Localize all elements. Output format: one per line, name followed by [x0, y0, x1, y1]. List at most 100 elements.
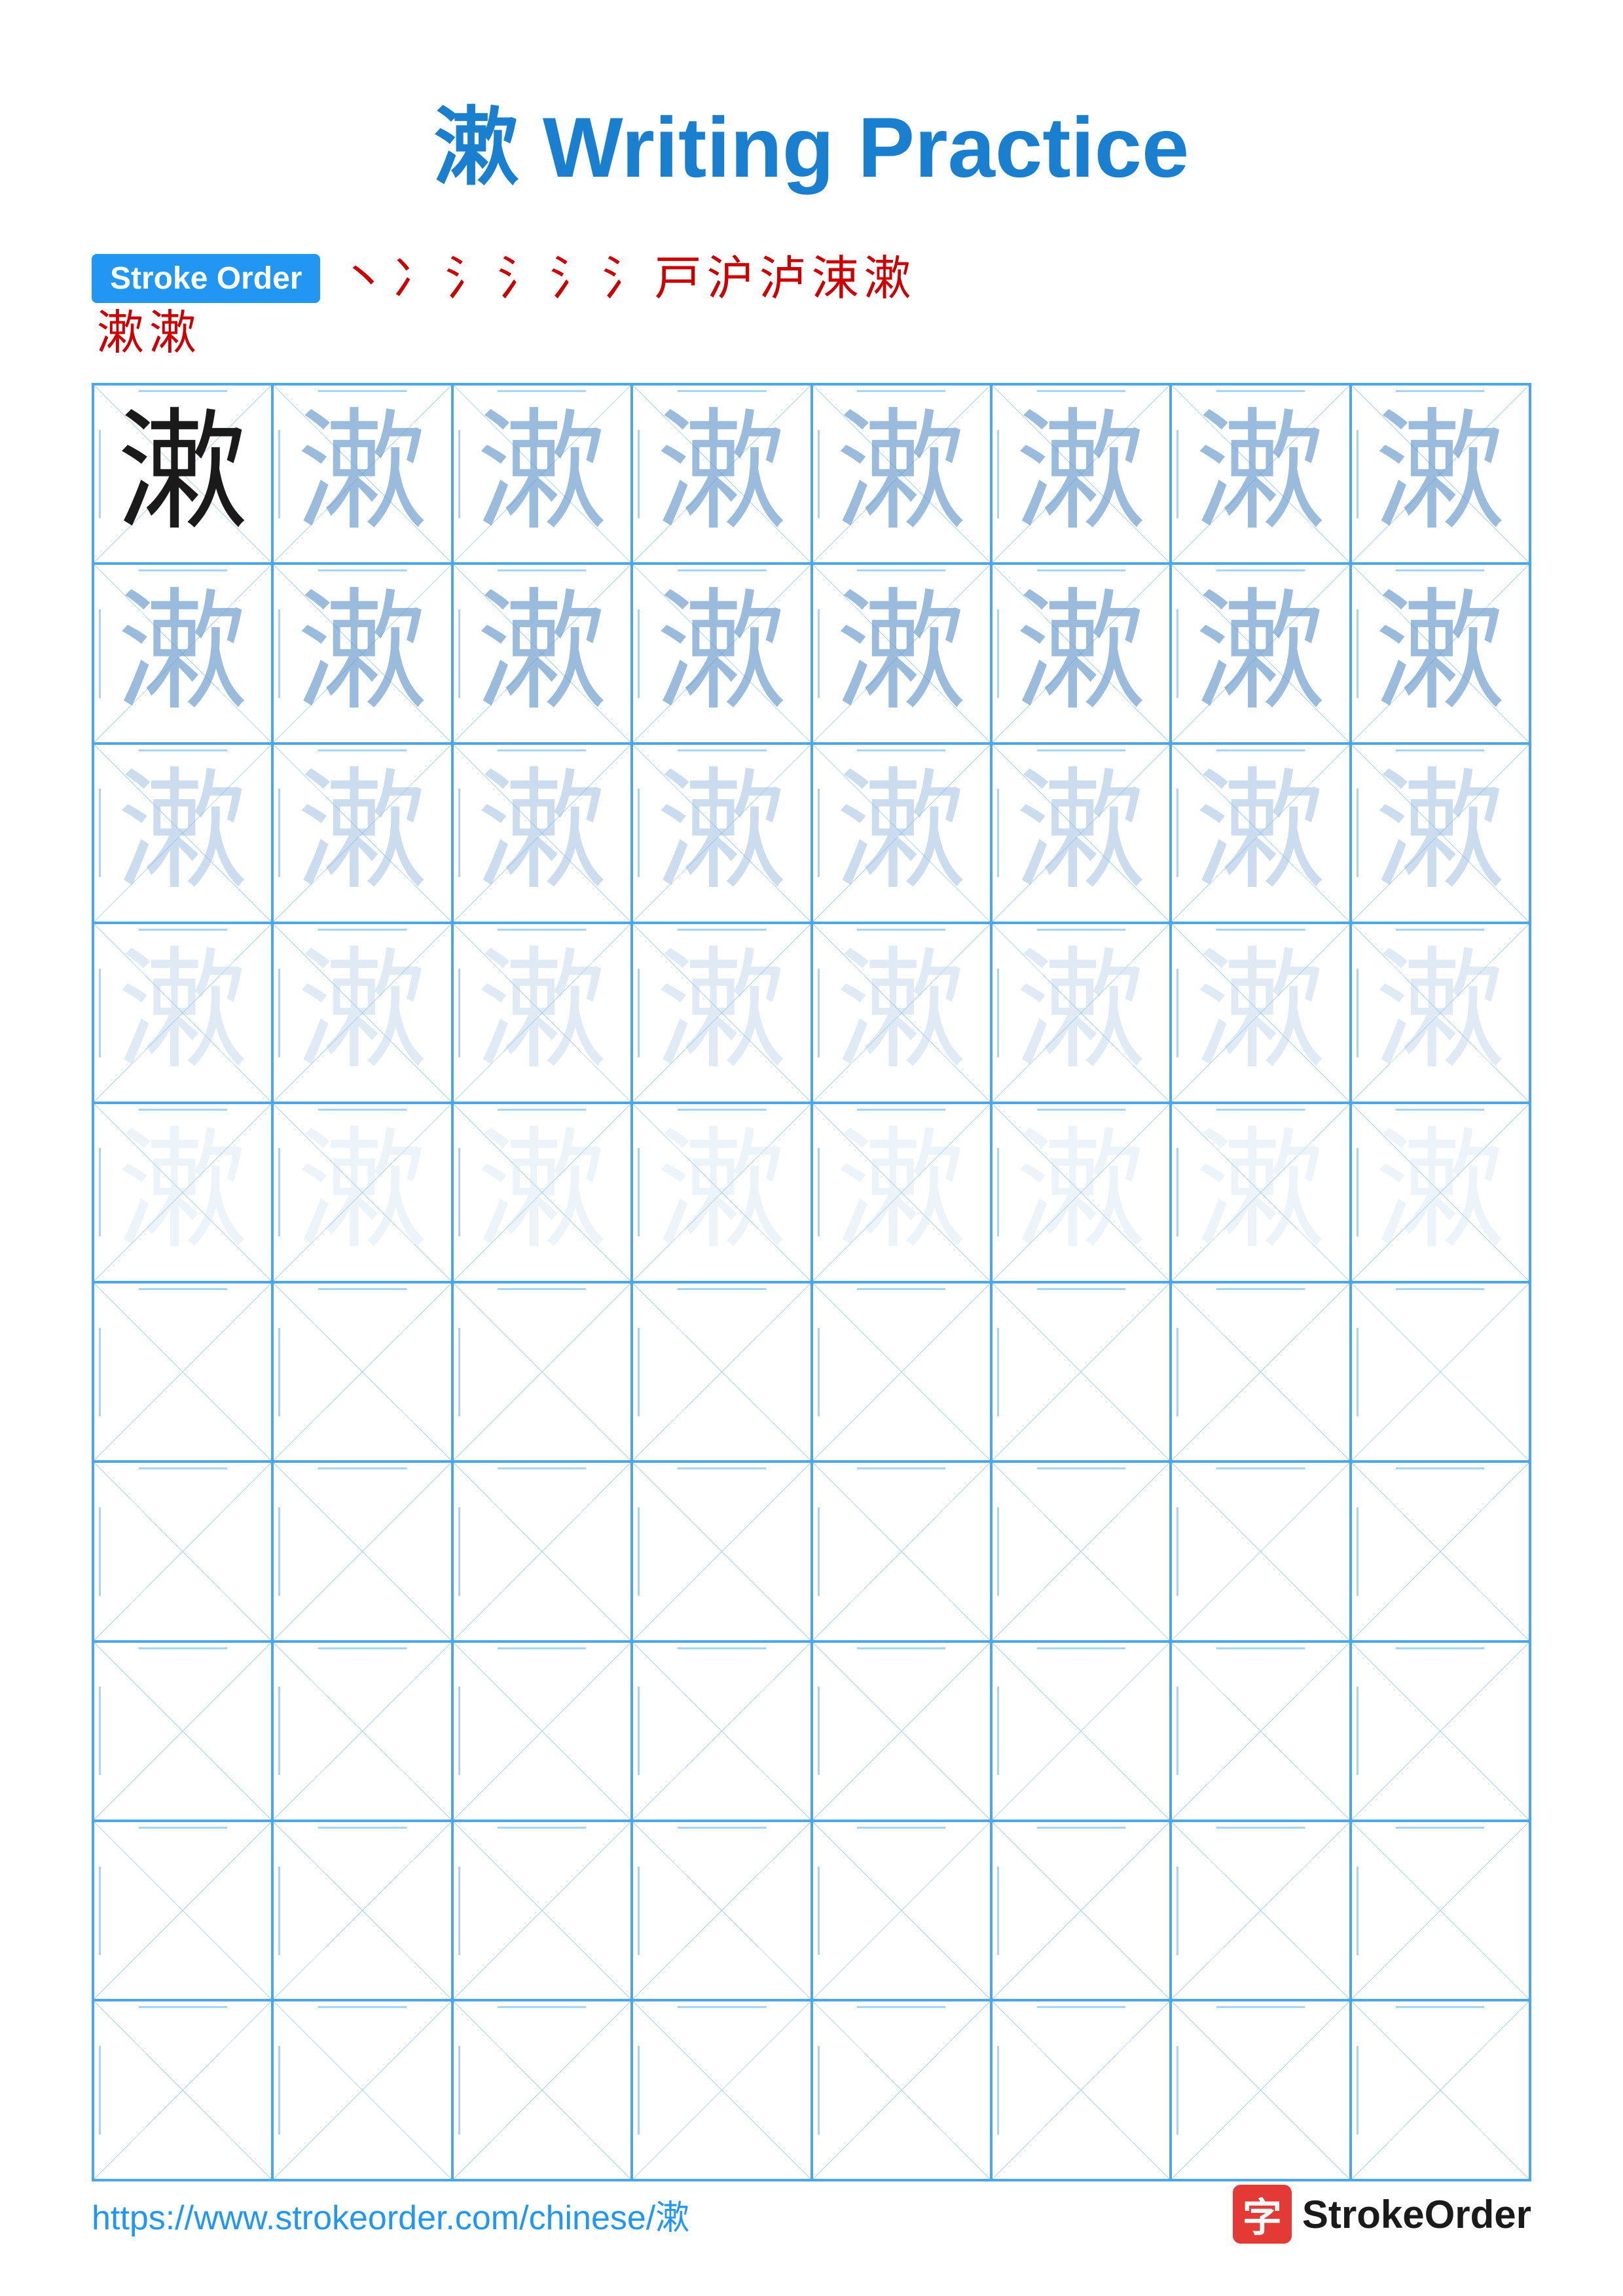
grid-cell-0-7[interactable]: 漱: [1351, 384, 1530, 564]
grid-cell-9-4[interactable]: [812, 2000, 991, 2179]
page: 漱 Writing Practice Stroke Order 丶 冫 氵 氵 …: [0, 0, 1623, 2296]
grid-row-7[interactable]: [93, 1641, 1530, 1821]
grid-cell-1-6[interactable]: 漱: [1171, 564, 1350, 743]
grid-cell-5-2[interactable]: [452, 1282, 632, 1462]
grid-cell-7-5[interactable]: [991, 1641, 1171, 1821]
grid-cell-2-0[interactable]: 漱: [93, 744, 272, 923]
grid-cell-0-0[interactable]: 漱: [93, 384, 272, 564]
grid-row-6[interactable]: [93, 1462, 1530, 1641]
grid-cell-2-6[interactable]: 漱: [1171, 744, 1350, 923]
grid-row-8[interactable]: [93, 1821, 1530, 2000]
grid-cell-4-4[interactable]: 漱: [812, 1103, 991, 1282]
grid-cell-5-3[interactable]: [632, 1282, 811, 1462]
grid-cell-6-6[interactable]: [1171, 1462, 1350, 1641]
grid-cell-4-1[interactable]: 漱: [272, 1103, 452, 1282]
grid-cell-3-3[interactable]: 漱: [632, 923, 811, 1102]
grid-cell-5-5[interactable]: [991, 1282, 1171, 1462]
grid-cell-3-7[interactable]: 漱: [1351, 923, 1530, 1102]
footer-url[interactable]: https://www.strokeorder.com/chinese/漱: [92, 2190, 689, 2239]
grid-cell-9-0[interactable]: [93, 2000, 272, 2179]
grid-cell-0-2[interactable]: 漱: [452, 384, 632, 564]
grid-cell-6-4[interactable]: [812, 1462, 991, 1641]
grid-cell-2-5[interactable]: 漱: [991, 744, 1171, 923]
grid-cell-0-1[interactable]: 漱: [272, 384, 452, 564]
grid-cell-3-4[interactable]: 漱: [812, 923, 991, 1102]
grid-cell-1-1[interactable]: 漱: [272, 564, 452, 743]
grid-cell-5-6[interactable]: [1171, 1282, 1350, 1462]
grid-cell-5-0[interactable]: [93, 1282, 272, 1462]
grid-cell-8-1[interactable]: [272, 1821, 452, 2000]
grid-cell-1-2[interactable]: 漱: [452, 564, 632, 743]
grid-cell-2-7[interactable]: 漱: [1351, 744, 1530, 923]
grid-cell-5-7[interactable]: [1351, 1282, 1530, 1462]
grid-cell-7-6[interactable]: [1171, 1641, 1350, 1821]
practice-char: 漱: [297, 947, 428, 1078]
practice-char: 漱: [117, 588, 248, 719]
grid-cell-3-5[interactable]: 漱: [991, 923, 1171, 1102]
grid-cell-1-0[interactable]: 漱: [93, 564, 272, 743]
grid-cell-4-3[interactable]: 漱: [632, 1103, 811, 1282]
grid-cell-5-1[interactable]: [272, 1282, 452, 1462]
grid-cell-5-4[interactable]: [812, 1282, 991, 1462]
grid-cell-6-1[interactable]: [272, 1462, 452, 1641]
grid-cell-8-6[interactable]: [1171, 1821, 1350, 2000]
grid-row-9[interactable]: [93, 2000, 1530, 2179]
grid-cell-0-4[interactable]: 漱: [812, 384, 991, 564]
grid-cell-3-1[interactable]: 漱: [272, 923, 452, 1102]
grid-cell-7-3[interactable]: [632, 1641, 811, 1821]
grid-cell-4-7[interactable]: 漱: [1351, 1103, 1530, 1282]
grid-cell-7-4[interactable]: [812, 1641, 991, 1821]
grid-cell-9-1[interactable]: [272, 2000, 452, 2179]
grid-cell-2-4[interactable]: 漱: [812, 744, 991, 923]
grid-cell-4-5[interactable]: 漱: [991, 1103, 1171, 1282]
grid-row-1[interactable]: 漱漱漱漱漱漱漱漱: [93, 564, 1530, 743]
grid-cell-0-6[interactable]: 漱: [1171, 384, 1350, 564]
grid-cell-7-7[interactable]: [1351, 1641, 1530, 1821]
grid-cell-6-3[interactable]: [632, 1462, 811, 1641]
grid-cell-8-2[interactable]: [452, 1821, 632, 2000]
grid-cell-7-2[interactable]: [452, 1641, 632, 1821]
grid-cell-8-5[interactable]: [991, 1821, 1171, 2000]
grid-cell-8-3[interactable]: [632, 1821, 811, 2000]
practice-char: 漱: [1375, 1127, 1506, 1258]
grid-cell-8-0[interactable]: [93, 1821, 272, 2000]
grid-cell-2-2[interactable]: 漱: [452, 744, 632, 923]
practice-char: 漱: [1195, 408, 1326, 539]
practice-char: 漱: [117, 768, 248, 899]
grid-cell-4-2[interactable]: 漱: [452, 1103, 632, 1282]
grid-cell-9-6[interactable]: [1171, 2000, 1350, 2179]
grid-cell-7-0[interactable]: [93, 1641, 272, 1821]
grid-cell-9-7[interactable]: [1351, 2000, 1530, 2179]
grid-cell-3-0[interactable]: 漱: [93, 923, 272, 1102]
grid-cell-8-7[interactable]: [1351, 1821, 1530, 2000]
grid-cell-1-5[interactable]: 漱: [991, 564, 1171, 743]
grid-cell-4-6[interactable]: 漱: [1171, 1103, 1350, 1282]
stroke-1: 丶: [340, 255, 387, 302]
grid-cell-3-2[interactable]: 漱: [452, 923, 632, 1102]
grid-cell-1-7[interactable]: 漱: [1351, 564, 1530, 743]
grid-row-0[interactable]: 漱漱漱漱漱漱漱漱: [93, 384, 1530, 564]
grid-cell-0-3[interactable]: 漱: [632, 384, 811, 564]
grid-cell-2-1[interactable]: 漱: [272, 744, 452, 923]
grid-cell-0-5[interactable]: 漱: [991, 384, 1171, 564]
grid-cell-4-0[interactable]: 漱: [93, 1103, 272, 1282]
grid-cell-6-5[interactable]: [991, 1462, 1171, 1641]
grid-cell-6-2[interactable]: [452, 1462, 632, 1641]
grid-cell-3-6[interactable]: 漱: [1171, 923, 1350, 1102]
grid-cell-1-3[interactable]: 漱: [632, 564, 811, 743]
grid-cell-1-4[interactable]: 漱: [812, 564, 991, 743]
grid-cell-7-1[interactable]: [272, 1641, 452, 1821]
grid-row-3[interactable]: 漱漱漱漱漱漱漱漱: [93, 923, 1530, 1102]
grid-cell-9-5[interactable]: [991, 2000, 1171, 2179]
grid-row-2[interactable]: 漱漱漱漱漱漱漱漱: [93, 744, 1530, 923]
footer-logo-text: StrokeOrder: [1302, 2192, 1531, 2237]
grid-cell-6-0[interactable]: [93, 1462, 272, 1641]
grid-cell-9-2[interactable]: [452, 2000, 632, 2179]
grid-row-5[interactable]: [93, 1282, 1530, 1462]
grid-cell-8-4[interactable]: [812, 1821, 991, 2000]
grid-cell-2-3[interactable]: 漱: [632, 744, 811, 923]
grid-cell-9-3[interactable]: [632, 2000, 811, 2179]
stroke-order-badge[interactable]: Stroke Order: [92, 254, 320, 303]
grid-cell-6-7[interactable]: [1351, 1462, 1530, 1641]
grid-row-4[interactable]: 漱漱漱漱漱漱漱漱: [93, 1103, 1530, 1282]
